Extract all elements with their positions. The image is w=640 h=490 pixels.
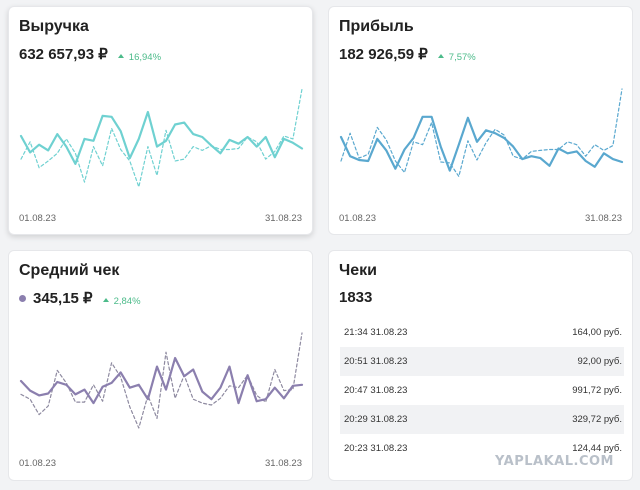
check-row[interactable]: 20:51 31.08.23 92,00 руб. bbox=[340, 347, 624, 376]
profit-delta-label: 7,57% bbox=[448, 51, 476, 63]
revenue-delta-label: 16,94% bbox=[128, 51, 162, 63]
check-time: 20:51 31.08.23 bbox=[344, 356, 408, 367]
checks-title: Чеки bbox=[339, 262, 377, 279]
revenue-card[interactable]: Выручка 632 657,93 ₽ 16,94% 01.08.23 31.… bbox=[8, 6, 313, 235]
revenue-previous-period-line bbox=[20, 88, 303, 188]
check-time: 20:47 31.08.23 bbox=[344, 385, 408, 396]
revenue-current-period-line bbox=[19, 110, 304, 166]
check-row[interactable]: 20:47 31.08.23 991,72 руб. bbox=[340, 376, 624, 405]
avg-check-value-row: 345,15 ₽ 2,84% bbox=[19, 289, 141, 307]
triangle-up-icon bbox=[437, 54, 444, 58]
profit-card[interactable]: Прибыль 182 926,59 ₽ 7,57% 01.08.23 31.0… bbox=[328, 6, 633, 235]
profit-date-end: 31.08.23 bbox=[585, 213, 622, 224]
triangle-up-icon bbox=[117, 54, 124, 58]
triangle-up-icon bbox=[102, 298, 109, 302]
checks-count: 1833 bbox=[339, 289, 373, 306]
check-amount: 92,00 руб. bbox=[577, 356, 622, 367]
checks-value-row: 1833 bbox=[339, 289, 372, 306]
avg-check-chart bbox=[19, 332, 304, 429]
check-amount: 329,72 руб. bbox=[572, 414, 622, 425]
check-time: 20:23 31.08.23 bbox=[344, 443, 408, 454]
revenue-chart bbox=[19, 88, 304, 188]
revenue-title: Выручка bbox=[19, 18, 89, 35]
revenue-date-end: 31.08.23 bbox=[265, 213, 302, 224]
profit-date-start: 01.08.23 bbox=[339, 213, 376, 224]
profit-value: 182 926,59 ₽ bbox=[339, 46, 428, 63]
avg-check-card[interactable]: Средний чек 345,15 ₽ 2,84% 01.08.23 31.0… bbox=[8, 250, 313, 481]
check-amount: 124,44 руб. bbox=[572, 443, 622, 454]
avg-check-current-period-line bbox=[19, 356, 304, 405]
revenue-delta: 16,94% bbox=[117, 51, 162, 63]
profit-value-row: 182 926,59 ₽ 7,57% bbox=[339, 45, 476, 63]
check-time: 20:29 31.08.23 bbox=[344, 414, 408, 425]
avg-check-value: 345,15 ₽ bbox=[33, 290, 93, 307]
profit-title: Прибыль bbox=[339, 18, 414, 35]
revenue-value-row: 632 657,93 ₽ 16,94% bbox=[19, 45, 161, 63]
check-amount: 164,00 руб. bbox=[572, 327, 622, 338]
dot-icon bbox=[19, 295, 26, 302]
check-amount: 991,72 руб. bbox=[572, 385, 622, 396]
watermark: YAPLAKAL.COM bbox=[495, 454, 614, 469]
check-row[interactable]: 20:29 31.08.23 329,72 руб. bbox=[340, 405, 624, 434]
profit-current-period-line bbox=[339, 115, 624, 172]
checks-card[interactable]: Чеки 1833 21:34 31.08.23 164,00 руб. 20:… bbox=[328, 250, 633, 481]
profit-previous-period-line bbox=[340, 88, 623, 178]
check-row[interactable]: 21:34 31.08.23 164,00 руб. bbox=[340, 318, 624, 347]
check-time: 21:34 31.08.23 bbox=[344, 327, 408, 338]
avg-check-delta: 2,84% bbox=[102, 295, 141, 307]
revenue-value: 632 657,93 ₽ bbox=[19, 46, 108, 63]
avg-check-date-end: 31.08.23 bbox=[265, 458, 302, 469]
profit-delta: 7,57% bbox=[437, 51, 476, 63]
avg-check-date-start: 01.08.23 bbox=[19, 458, 56, 469]
checks-list: 21:34 31.08.23 164,00 руб. 20:51 31.08.2… bbox=[340, 318, 624, 463]
profit-chart bbox=[339, 88, 624, 178]
avg-check-title: Средний чек bbox=[19, 262, 120, 279]
avg-check-delta-label: 2,84% bbox=[113, 295, 141, 307]
revenue-date-start: 01.08.23 bbox=[19, 213, 56, 224]
